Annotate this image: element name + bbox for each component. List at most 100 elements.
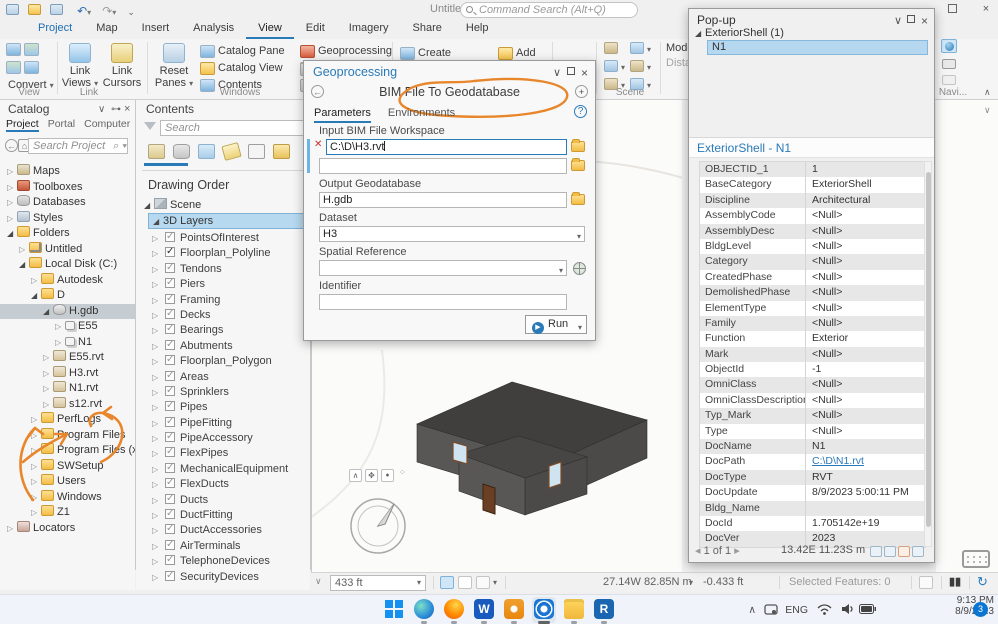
scene-tool-dropdown[interactable]: ▾ — [621, 63, 625, 72]
attribute-row[interactable]: BldgLevel <Null> — [700, 238, 925, 255]
wifi-icon[interactable] — [817, 603, 832, 615]
print-icon[interactable] — [870, 546, 882, 557]
expand-arrow-icon[interactable]: ▷ — [152, 523, 162, 538]
expand-arrow-icon[interactable]: ▷ — [152, 323, 162, 338]
layer-item[interactable]: ▷ ✓ PipeAccessory — [152, 431, 308, 446]
ribbon-tab[interactable]: Imagery — [337, 20, 401, 39]
link-views-button[interactable]: Link Views ▾ — [60, 43, 100, 89]
pane-menu-icon[interactable]: ∨ — [98, 104, 105, 115]
expand-arrow-icon[interactable]: ▷ — [152, 462, 162, 477]
layer-item[interactable]: ▷ ✓ FlexDucts — [152, 477, 308, 492]
taskbar-app-button[interactable] — [562, 597, 586, 624]
expand-arrow-icon[interactable]: ▷ — [152, 554, 162, 569]
catalog-tree-item[interactable]: ▷ Toolboxes — [0, 179, 135, 196]
ribbon-tab[interactable]: Map — [84, 20, 129, 39]
expand-arrow-icon[interactable]: ▷ — [31, 412, 41, 428]
taskbar-app-button[interactable] — [442, 597, 466, 624]
catalog-search-input[interactable]: Search Project ⌕ ▾ — [28, 138, 128, 154]
input-bim-field[interactable]: C:\D\H3.rvt — [326, 139, 567, 155]
map-view-icon[interactable] — [24, 43, 39, 56]
globe-icon[interactable] — [573, 262, 586, 275]
attribute-row[interactable]: Type <Null> — [700, 423, 925, 440]
scene-tool-icon[interactable] — [604, 42, 618, 54]
tray-expand-icon[interactable]: ∧ — [748, 604, 756, 616]
attribute-row[interactable]: ElementType <Null> — [700, 300, 925, 316]
attribute-row[interactable]: CreatedPhase <Null> — [700, 269, 925, 286]
catalog-tab[interactable]: Portal — [48, 118, 75, 132]
expand-arrow-icon[interactable]: ▷ — [152, 431, 162, 446]
layer-visibility-checkbox[interactable]: ✓ — [165, 523, 175, 535]
reset-panes-button[interactable]: Reset Panes ▾ — [152, 43, 196, 89]
layer-visibility-checkbox[interactable]: ✓ — [165, 400, 175, 412]
layer-visibility-checkbox[interactable]: ✓ — [165, 308, 175, 319]
list-by-snapping-icon[interactable] — [248, 144, 265, 159]
layer-visibility-checkbox[interactable]: ✓ — [165, 370, 175, 381]
layer-item[interactable]: ▷ ✓ DuctFitting — [152, 508, 308, 523]
layer-visibility-checkbox[interactable]: ✓ — [165, 508, 175, 520]
expand-arrow-icon[interactable]: ▷ — [152, 539, 162, 554]
layer-item[interactable]: ▷ ✓ PipeFitting — [152, 416, 308, 431]
snapping-dropdown[interactable]: ▾ — [493, 578, 497, 587]
catalog-tree-item[interactable]: ▷ Locators — [0, 520, 135, 537]
add-to-project-icon[interactable]: + — [575, 85, 588, 98]
window-pane-button[interactable]: Geoprocessing — [300, 43, 392, 59]
record-pager[interactable]: ◂ 1 of 1 ▸ — [695, 544, 740, 557]
taskbar-app-button[interactable] — [382, 597, 406, 623]
layer-item[interactable]: ▷ ✓ Bearings — [152, 323, 308, 338]
tab-environments[interactable]: Environments — [388, 107, 455, 119]
refresh-icon[interactable]: ↻ — [977, 574, 988, 590]
layer-item[interactable]: ▷ ✓ Sprinklers — [152, 385, 308, 400]
popup-tree-child-selected[interactable]: N1 — [707, 40, 928, 55]
expand-arrow-icon[interactable]: ▷ — [152, 231, 162, 246]
layer-visibility-checkbox[interactable]: ✓ — [165, 385, 175, 396]
list-by-drawing-order-icon[interactable] — [148, 144, 165, 159]
layer-visibility-checkbox[interactable]: ✓ — [165, 493, 175, 504]
attribute-row[interactable]: Mark <Null> — [700, 346, 925, 363]
spatial-reference-select[interactable]: ▾ — [319, 260, 567, 276]
zoom-to-icon[interactable] — [912, 546, 924, 557]
customize-qat-icon[interactable]: ⌄ — [127, 7, 135, 17]
attribute-row[interactable]: OBJECTID_1 1 — [700, 162, 925, 178]
catalog-tree-item[interactable]: ▷ Databases — [0, 195, 135, 211]
layer-item[interactable]: ▷ ✓ SecurityDevices — [152, 570, 308, 585]
expand-arrow-icon[interactable]: ◢ — [19, 257, 29, 273]
coords-dropdown[interactable]: ▾ — [689, 578, 693, 587]
scene-tool-dropdown[interactable]: ▾ — [647, 45, 651, 54]
close-window-button[interactable]: × — [980, 4, 992, 15]
close-pane-icon[interactable]: × — [581, 66, 588, 80]
open-project-icon[interactable] — [28, 4, 41, 15]
catalog-tree-item[interactable]: ▷ H3.rvt — [0, 365, 135, 382]
expand-arrow-icon[interactable]: ▷ — [7, 521, 17, 537]
walk-nav-icon[interactable]: ꔷ — [381, 469, 394, 482]
catalog-tree-item[interactable]: ▷ Maps — [0, 164, 135, 180]
layer-item[interactable]: ▷ ✓ MechanicalEquipment — [152, 462, 308, 477]
help-icon[interactable]: ? — [574, 105, 587, 118]
expand-arrow-icon[interactable]: ▷ — [31, 505, 41, 521]
expand-arrow-icon[interactable]: ▷ — [152, 246, 162, 261]
nav-dots-icon[interactable]: ⁘ — [399, 468, 406, 477]
catalog-tree-item[interactable]: ▷ Styles — [0, 210, 135, 227]
output-gdb-field[interactable]: H.gdb — [319, 192, 567, 208]
browse-folder-icon[interactable] — [571, 192, 585, 205]
layer-item[interactable]: ▷ ✓ Piers — [152, 277, 308, 292]
layer-item[interactable]: ▷ ✓ Floorplan_Polygon — [152, 354, 308, 369]
touchpad-icon[interactable] — [764, 603, 778, 616]
list-by-editing-icon[interactable] — [221, 142, 242, 161]
layer-visibility-checkbox[interactable]: ✓ — [165, 539, 175, 550]
scale-select[interactable]: 433 ft ▾ — [330, 575, 426, 591]
browse-folder-icon[interactable] — [571, 139, 585, 152]
expand-arrow-icon[interactable]: ▷ — [31, 490, 41, 506]
expand-arrow-icon[interactable]: ▷ — [31, 443, 41, 459]
pane-menu-icon[interactable]: ∨ — [553, 66, 561, 79]
attribute-row[interactable]: OmniClassDescription <Null> — [700, 392, 925, 409]
expand-arrow-icon[interactable]: ▷ — [152, 477, 162, 492]
attribute-row[interactable]: DocUpdate 8/9/2023 5:00:11 PM — [700, 485, 925, 501]
catalog-tree-item[interactable]: ▷ N1 — [0, 335, 135, 351]
ribbon-tab[interactable]: Insert — [130, 20, 182, 39]
layer-item[interactable]: ▷ ✓ PointsOfInterest — [152, 231, 308, 246]
scene-tool-icon[interactable] — [604, 60, 618, 72]
catalog-tree-item[interactable]: ◢ Folders — [0, 226, 135, 242]
catalog-tree-item[interactable]: ▷ Untitled — [0, 241, 135, 258]
snapping-icon[interactable] — [476, 576, 490, 589]
catalog-tree-item[interactable]: ▷ N1.rvt — [0, 381, 135, 397]
